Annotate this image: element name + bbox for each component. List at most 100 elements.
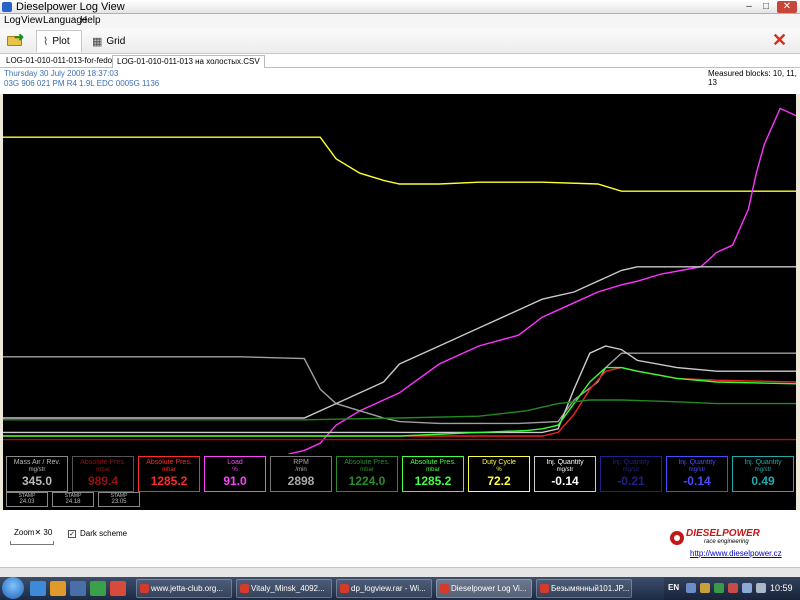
- window-title: Dieselpower Log View: [16, 1, 125, 13]
- gauge-value: 2898: [287, 474, 315, 488]
- gauge-name: Inj. Quantity: [678, 459, 716, 466]
- menu-bar: Log View Language Help: [0, 14, 800, 28]
- dieselpower-logo: DIESELPOWER race engineering: [670, 527, 778, 547]
- gauge-name: Load: [227, 459, 243, 466]
- quicklaunch-icon[interactable]: [90, 581, 106, 596]
- log-info: Thursday 30 July 2009 18:37:03 03G 906 0…: [0, 68, 800, 94]
- gauge-name: Duty Cycle: [482, 459, 516, 466]
- gauge-unit: mg/str: [622, 467, 640, 473]
- clock[interactable]: 10:59: [770, 583, 793, 593]
- file-tab[interactable]: LOG-01-010-011-013 на холостых.CSV: [112, 55, 265, 68]
- close-window-button[interactable]: ✕: [777, 1, 797, 13]
- logo-subtitle: race engineering: [704, 539, 749, 545]
- zoom-label: Zoom✕ 30: [14, 528, 53, 537]
- gauge-unit: mg/str: [28, 467, 46, 473]
- bottom-controls: Zoom✕ 30 ✓ Dark scheme DIESELPOWER race …: [0, 510, 800, 567]
- zoom-control[interactable]: Zoom✕ 30: [10, 524, 56, 550]
- gauge-value: -0.14: [683, 474, 711, 488]
- minimize-button[interactable]: –: [742, 1, 756, 13]
- gauge-value: 345.0: [21, 474, 53, 488]
- stamp-value: 24.18: [65, 499, 81, 505]
- gauge-unit: mbar: [96, 467, 110, 473]
- gauge-value: -0.14: [551, 474, 579, 488]
- logo-icon: [670, 531, 684, 545]
- gauge-value: -0.21: [617, 474, 645, 488]
- gauge-name: Inj. Quantity: [744, 459, 782, 466]
- tray-icon[interactable]: [700, 583, 710, 593]
- tab-grid[interactable]: ▦ Grid: [86, 30, 126, 52]
- log-plot[interactable]: [3, 94, 796, 454]
- stamp-button[interactable]: STAMP 24.03: [6, 492, 48, 507]
- gauge-unit: mg/str: [688, 467, 706, 473]
- arrow-icon: ➜: [14, 30, 25, 44]
- explorer-icon[interactable]: [70, 581, 86, 596]
- title-bar: Dieselpower Log View – □ ✕: [0, 0, 800, 14]
- gauge: Inj. Quantity mg/str -0.21: [600, 456, 662, 492]
- gauge: RPM/min 2898: [270, 456, 332, 492]
- taskbar: www.jetta-club.org... Vitaly_Minsk_4092..…: [0, 577, 800, 600]
- maximize-button[interactable]: □: [759, 1, 773, 13]
- taskbar-task[interactable]: www.jetta-club.org...: [136, 579, 232, 598]
- gauge-unit: mbar: [360, 467, 374, 473]
- gauge-value: 1224.0: [348, 474, 386, 488]
- website-link[interactable]: http://www.dieselpower.cz: [690, 549, 782, 558]
- dark-scheme-label: Dark scheme: [80, 529, 128, 538]
- gauge-unit: mg/str: [754, 467, 772, 473]
- stamp-button[interactable]: STAMP 23.05: [98, 492, 140, 507]
- gauge-name: Absolute Pres.: [80, 459, 126, 466]
- gauge-value: 72.2: [487, 474, 511, 488]
- gauge-name: Absolute Pres.: [410, 459, 456, 466]
- gauge-panel: Mass Air / Rev. mg/str 345.0 Absolute Pres.…: [3, 454, 796, 510]
- gauge: Inj. Quantity mg/str 0.49: [732, 456, 794, 492]
- stamp-button[interactable]: STAMP 24.18: [52, 492, 94, 507]
- taskbar-task[interactable]: Безымянный101.JP...: [536, 579, 632, 598]
- grid-icon: ▦: [92, 35, 103, 48]
- firefox-icon[interactable]: [50, 581, 66, 596]
- log-date: Thursday 30 July 2009 18:37:03: [4, 69, 119, 78]
- gauge-value: 989.4: [87, 474, 119, 488]
- gauge-name: RPM: [293, 459, 309, 466]
- stamp-value: 23.05: [111, 499, 127, 505]
- volume-icon[interactable]: [742, 583, 752, 593]
- menu-view[interactable]: View: [21, 15, 43, 26]
- start-button[interactable]: [2, 577, 24, 599]
- tray-icon[interactable]: [728, 583, 738, 593]
- zoom-slider[interactable]: [10, 541, 54, 545]
- horizontal-scrollbar[interactable]: [0, 567, 800, 577]
- gauge: Load% 91.0: [204, 456, 266, 492]
- gauge: Inj. Quantity mg/str -0.14: [534, 456, 596, 492]
- tab-plot[interactable]: ⌇ Plot: [36, 30, 82, 52]
- close-log-button[interactable]: ✕: [772, 31, 787, 49]
- measured-blocks: Measured blocks: 10, 11, 13: [708, 69, 797, 87]
- taskbar-task[interactable]: Vitaly_Minsk_4092...: [236, 579, 332, 598]
- gauge-name: Absolute Pres.: [146, 459, 192, 466]
- gauge-unit: mg/str: [556, 467, 574, 473]
- gauge: Duty Cycle% 72.2: [468, 456, 530, 492]
- open-log-button[interactable]: ➜: [6, 30, 25, 48]
- ecu-id: 03G 906 021 PM R4 1.9L EDC 0005G 1136: [4, 79, 160, 88]
- dark-scheme-checkbox[interactable]: ✓ Dark scheme: [68, 529, 127, 538]
- menu-log[interactable]: Log: [4, 15, 21, 26]
- opera-icon[interactable]: [110, 581, 126, 596]
- gauge: Absolute Pres. mbar 1285.2: [402, 456, 464, 492]
- tray-icon[interactable]: [714, 583, 724, 593]
- stamp-value: 24.03: [19, 499, 35, 505]
- plot-background: [3, 94, 796, 454]
- network-icon[interactable]: [756, 583, 766, 593]
- show-desktop-icon[interactable]: [30, 581, 46, 596]
- language-indicator[interactable]: EN: [668, 583, 679, 592]
- plot-canvas: [3, 94, 796, 454]
- toolbar: ➜ ⌇ Plot ▦ Grid ✕: [0, 28, 800, 54]
- checkbox-icon[interactable]: ✓: [68, 529, 76, 538]
- zoom-value: 30: [43, 528, 53, 537]
- taskbar-task[interactable]: Dieselpower Log Vi...: [436, 579, 532, 598]
- tab-plot-label: Plot: [52, 36, 70, 47]
- app-icon: [2, 2, 12, 12]
- taskbar-task[interactable]: dp_logview.rar - Wi...: [336, 579, 432, 598]
- gauge-value: 1285.2: [414, 474, 452, 488]
- gauge-unit: %: [232, 467, 238, 473]
- logo-brand: DIESELPOWER: [686, 528, 760, 539]
- tray-icon[interactable]: [686, 583, 696, 593]
- menu-help[interactable]: Help: [80, 15, 101, 26]
- gauge-unit: %: [496, 467, 502, 473]
